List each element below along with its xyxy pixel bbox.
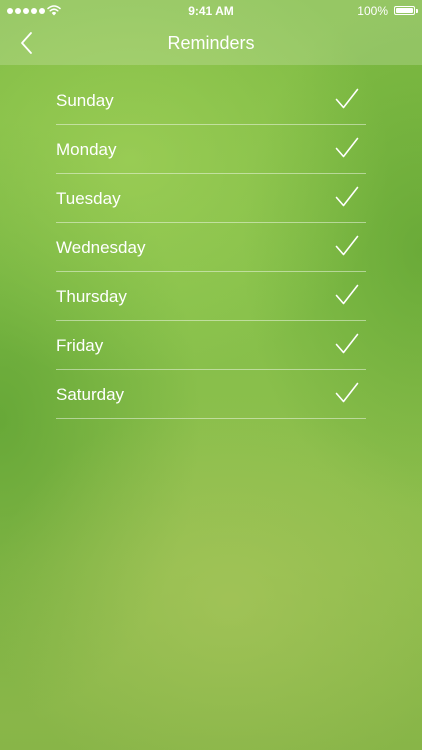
day-row-monday[interactable]: Monday [56, 125, 366, 174]
day-label: Sunday [56, 91, 114, 110]
checkmark-icon [335, 137, 359, 158]
page-title: Reminders [167, 33, 255, 53]
day-row-saturday[interactable]: Saturday [56, 370, 366, 419]
status-bar: 9:41 AM 100% [0, 0, 422, 22]
day-row-wednesday[interactable]: Wednesday [56, 223, 366, 272]
day-label: Tuesday [56, 189, 121, 208]
day-row-tuesday[interactable]: Tuesday [56, 174, 366, 223]
checkmark-icon [335, 284, 359, 305]
day-label: Thursday [56, 287, 127, 306]
day-label: Monday [56, 140, 117, 159]
battery-icon [394, 6, 418, 15]
checkmark-icon [335, 186, 359, 207]
battery-percentage: 100% [357, 4, 388, 18]
day-row-sunday[interactable]: Sunday [56, 76, 366, 125]
day-row-thursday[interactable]: Thursday [56, 272, 366, 321]
checkmark-icon [335, 235, 359, 256]
day-label: Saturday [56, 385, 125, 404]
checkmark-icon [335, 88, 359, 109]
reminder-day-list: Sunday Monday Tuesday Wednesday Thursday… [56, 76, 366, 419]
day-row-friday[interactable]: Friday [56, 321, 366, 370]
checkmark-icon [335, 333, 359, 354]
day-label: Wednesday [56, 238, 146, 257]
day-label: Friday [56, 336, 104, 355]
checkmark-icon [335, 382, 359, 403]
